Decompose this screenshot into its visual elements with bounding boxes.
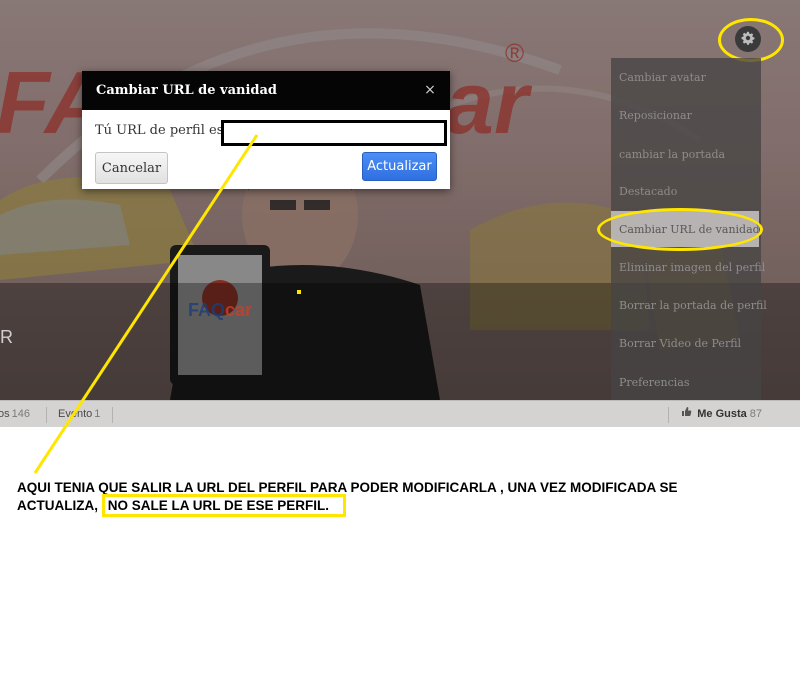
annotation-pointer-line	[33, 134, 259, 474]
annotation-line-2: ACTUALIZA, NO SALE LA URL DE ESE PERFIL.	[17, 494, 787, 517]
annotation-note: AQUI TENIA QUE SALIR LA URL DEL PERFIL P…	[17, 479, 787, 517]
annotation-line-2-prefix: ACTUALIZA,	[17, 498, 98, 513]
annotation-highlight-box: NO SALE LA URL DE ESE PERFIL.	[101, 494, 347, 517]
